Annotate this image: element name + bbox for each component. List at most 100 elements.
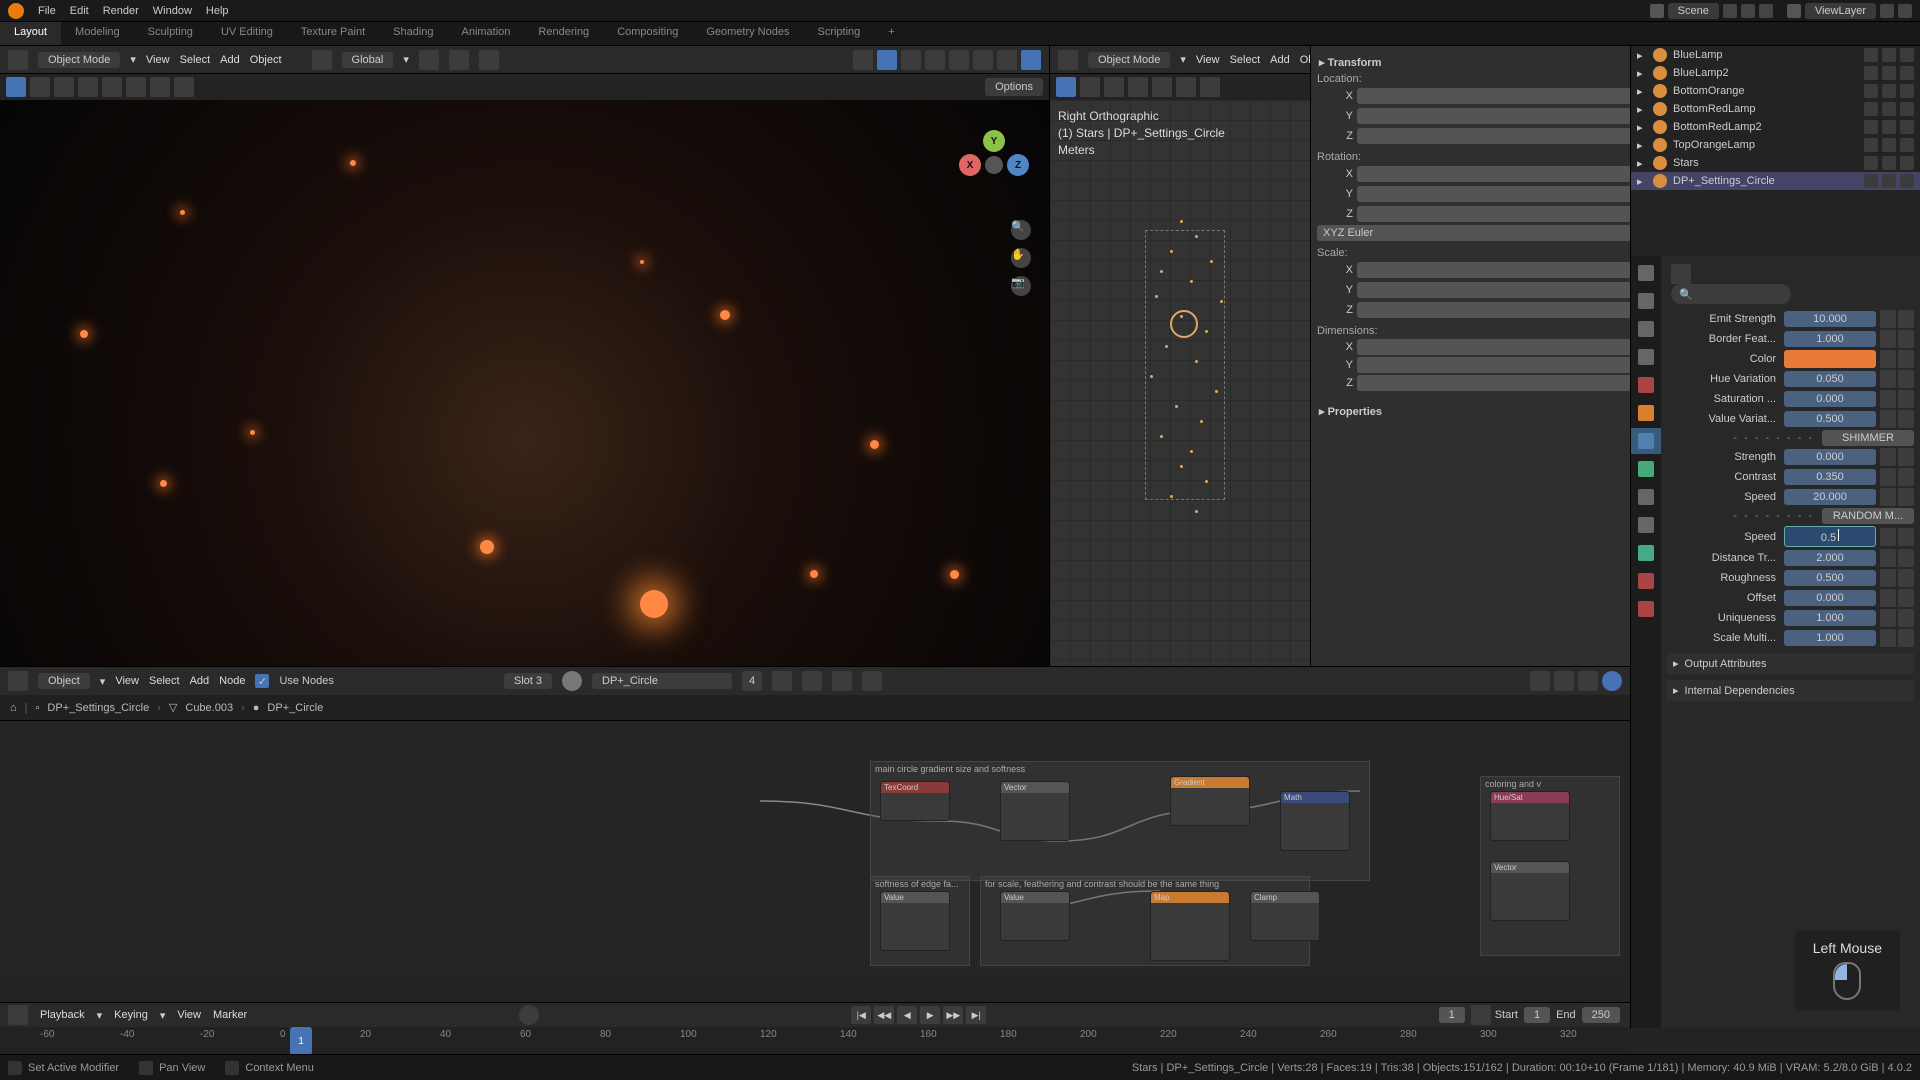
render-icon[interactable] <box>1900 102 1914 116</box>
zoom-icon[interactable]: 🔍 <box>1011 220 1031 240</box>
shading-solid-icon[interactable] <box>973 50 993 70</box>
pivot-icon[interactable] <box>419 50 439 70</box>
prop-tab-viewlayer[interactable] <box>1631 316 1661 342</box>
tool-4[interactable] <box>1128 77 1148 97</box>
jump-end-icon[interactable]: ▶| <box>966 1006 986 1024</box>
render-icon[interactable] <box>1900 138 1914 152</box>
outliner-row[interactable]: ▸BottomOrange <box>1631 82 1920 100</box>
prop-tab-render[interactable] <box>1631 260 1661 286</box>
navigation-gizmo[interactable]: Y X Z <box>959 130 1029 200</box>
keyframe-icon[interactable] <box>1880 609 1896 627</box>
end-frame[interactable]: 250 <box>1582 1007 1620 1023</box>
prop-value[interactable]: 1.000 <box>1784 331 1876 347</box>
pin-material-icon[interactable] <box>862 671 882 691</box>
eye-icon[interactable] <box>1864 120 1878 134</box>
slot-selector[interactable]: Slot 3 <box>504 673 552 689</box>
eye-icon[interactable] <box>1864 84 1878 98</box>
tab-rendering[interactable]: Rendering <box>524 22 603 45</box>
visibility-icon[interactable] <box>853 50 873 70</box>
breadcrumb-mat[interactable]: DP+_Circle <box>267 702 323 714</box>
tab-texture[interactable]: Texture Paint <box>287 22 379 45</box>
tool-5[interactable] <box>1152 77 1172 97</box>
vp-right-canvas[interactable]: Right Orthographic (1) Stars | DP+_Setti… <box>1050 100 1310 666</box>
tool-3[interactable] <box>1104 77 1124 97</box>
snap-icon[interactable] <box>449 50 469 70</box>
outliner-row[interactable]: ▸BlueLamp2 <box>1631 64 1920 82</box>
menu-file[interactable]: File <box>38 5 56 17</box>
menu-edit[interactable]: Edit <box>70 5 89 17</box>
disable-icon[interactable] <box>1882 174 1896 188</box>
prop-value[interactable]: 0.000 <box>1784 391 1876 407</box>
prop-value[interactable]: 0.000 <box>1784 590 1876 606</box>
timeline-ruler[interactable]: -60-40-200204060801001201401601802002202… <box>0 1027 1630 1055</box>
node-menu-view[interactable]: View <box>115 675 139 687</box>
render-icon[interactable] <box>1900 66 1914 80</box>
xray-icon[interactable] <box>925 50 945 70</box>
eye-icon[interactable] <box>1864 138 1878 152</box>
prop-tab-output[interactable] <box>1631 288 1661 314</box>
prop-value[interactable]: 0.050 <box>1784 371 1876 387</box>
menu-icon[interactable] <box>1898 390 1914 408</box>
home-icon[interactable]: ⌂ <box>10 702 17 714</box>
keyframe-icon[interactable] <box>1880 310 1896 328</box>
eye-icon[interactable] <box>1864 48 1878 62</box>
eye-icon[interactable] <box>1864 156 1878 170</box>
add-workspace-button[interactable]: + <box>874 22 908 45</box>
material-icon[interactable] <box>562 671 582 691</box>
keyframe-icon[interactable] <box>1880 549 1896 567</box>
outliner-row[interactable]: ▸BottomRedLamp <box>1631 100 1920 118</box>
keyframe-icon[interactable] <box>1880 448 1896 466</box>
keyframe-icon[interactable] <box>1880 370 1896 388</box>
render-icon[interactable] <box>1900 174 1914 188</box>
outliner-row[interactable]: ▸TopOrangeLamp <box>1631 136 1920 154</box>
tab-modeling[interactable]: Modeling <box>61 22 134 45</box>
tool-2[interactable] <box>1080 77 1100 97</box>
node-menu-select[interactable]: Select <box>149 675 180 687</box>
tool-select-box[interactable] <box>6 77 26 97</box>
shading-wire-icon[interactable] <box>949 50 969 70</box>
vp-menu-object[interactable]: Object <box>250 54 282 66</box>
vp-menu-view[interactable]: View <box>1196 54 1220 66</box>
keyframe-icon[interactable] <box>1880 569 1896 587</box>
tab-shading[interactable]: Shading <box>379 22 447 45</box>
unlink-material-icon[interactable] <box>832 671 852 691</box>
current-frame[interactable]: 1 <box>1439 1007 1465 1023</box>
jump-start-icon[interactable]: |◀ <box>851 1006 871 1024</box>
keyframe-icon[interactable] <box>1880 528 1896 546</box>
proportional-icon[interactable] <box>479 50 499 70</box>
prop-value[interactable]: 10.000 <box>1784 311 1876 327</box>
prop-value[interactable]: 1.000 <box>1784 610 1876 626</box>
prop-tab-object[interactable] <box>1631 400 1661 426</box>
prop-value[interactable]: 0.5 <box>1784 526 1876 547</box>
menu-icon[interactable] <box>1898 589 1914 607</box>
editor-type-icon[interactable] <box>8 1005 28 1025</box>
vp-left-canvas[interactable]: Y X Z 🔍 ✋ 📷 <box>0 100 1049 666</box>
tool-6[interactable] <box>1176 77 1196 97</box>
outliner-row[interactable]: ▸DP+_Settings_Circle <box>1631 172 1920 190</box>
chevron-down-icon[interactable]: ▾ <box>130 53 136 66</box>
timeline-keying[interactable]: Keying <box>114 1009 148 1021</box>
prop-value[interactable]: 0.500 <box>1784 570 1876 586</box>
editor-type-icon[interactable] <box>1058 50 1078 70</box>
node-mode[interactable]: Object <box>38 673 90 689</box>
tool-rotate[interactable] <box>78 77 98 97</box>
start-frame[interactable]: 1 <box>1524 1007 1550 1023</box>
next-keyframe-icon[interactable]: ▶▶ <box>943 1006 963 1024</box>
timeline-playback[interactable]: Playback <box>40 1009 85 1021</box>
vp-menu-select[interactable]: Select <box>1230 54 1261 66</box>
chevron-down-icon[interactable]: ▾ <box>403 53 409 66</box>
menu-render[interactable]: Render <box>103 5 139 17</box>
viewlayer-field[interactable]: ViewLayer <box>1805 3 1876 19</box>
eye-icon[interactable] <box>1864 174 1878 188</box>
eye-icon[interactable] <box>1864 66 1878 80</box>
disable-icon[interactable] <box>1882 66 1896 80</box>
menu-icon[interactable] <box>1898 549 1914 567</box>
preview-range-icon[interactable] <box>1471 1005 1491 1025</box>
copy-material-icon[interactable] <box>802 671 822 691</box>
pan-icon[interactable]: ✋ <box>1011 248 1031 268</box>
prop-tab-constraints[interactable] <box>1631 512 1661 538</box>
properties-search[interactable]: 🔍 <box>1671 284 1791 304</box>
mode-selector[interactable]: Object Mode <box>1088 52 1170 68</box>
disable-icon[interactable] <box>1882 120 1896 134</box>
tool-annotate[interactable] <box>150 77 170 97</box>
